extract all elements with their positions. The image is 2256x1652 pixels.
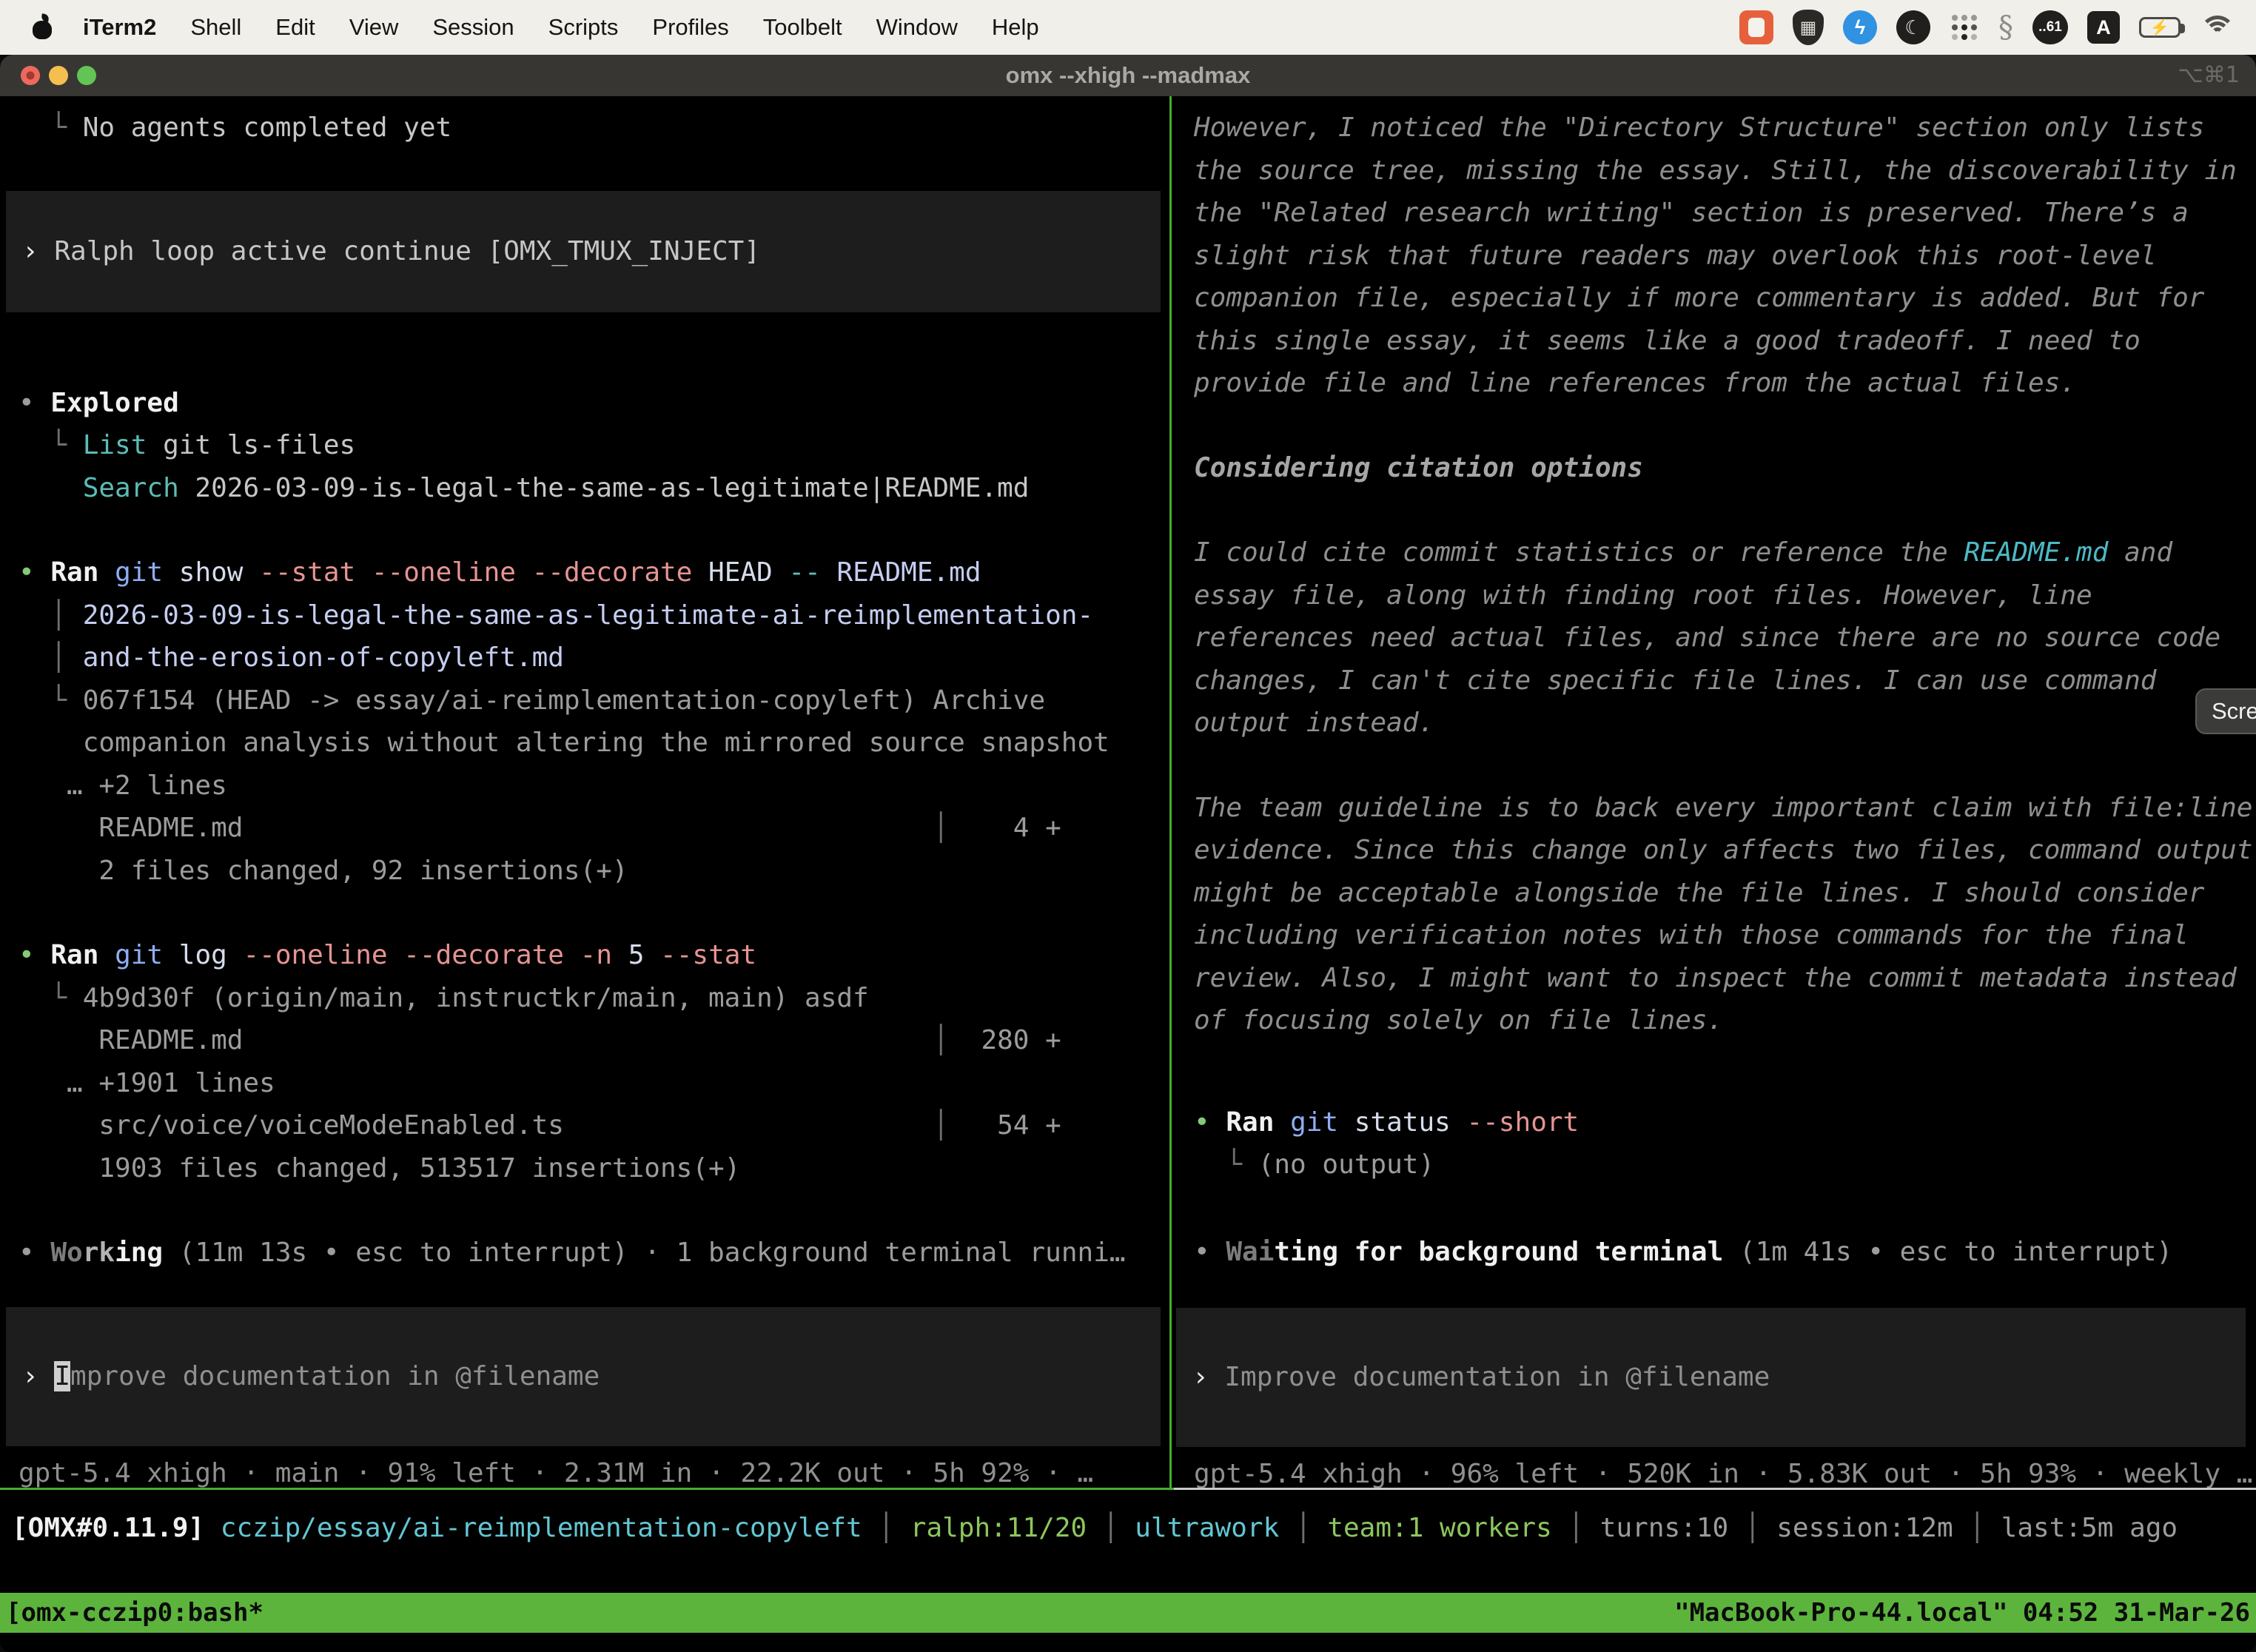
menu-item-iterm2[interactable]: iTerm2: [83, 14, 156, 41]
tmux-session-name: [omx-cczip0:bash*: [6, 1593, 263, 1633]
terminal-line: this single essay, it seems like a good …: [1194, 320, 2252, 363]
status-icons: ▦ ϟ ☾ § ..61 A ⚡: [1739, 10, 2235, 45]
waiting-status: • Waiting for background terminal (1m 41…: [1194, 1231, 2252, 1274]
input-source-icon[interactable]: A: [2087, 11, 2120, 44]
meter-icon[interactable]: ..61: [2032, 10, 2068, 44]
terminal-line: • Ran git status --short: [1194, 1101, 2252, 1144]
terminal-line: essay file, along with finding root file…: [1194, 574, 2252, 617]
terminal-line: the source tree, missing the essay. Stil…: [1194, 150, 2252, 192]
reasoning-paragraph: I could cite commit statistics or refere…: [1194, 531, 2252, 745]
screen-tooltip: Scre: [2195, 688, 2256, 734]
terminal-line: │ and-the-erosion-of-copyleft.md: [19, 637, 1169, 679]
screenshot-indicator-icon[interactable]: [1739, 10, 1773, 44]
terminal-line: • Waiting for background terminal (1m 41…: [1194, 1231, 2252, 1274]
omx-status-line: [OMX#0.11.9] cczip/essay/ai-reimplementa…: [12, 1507, 2178, 1550]
terminal-line: 1903 files changed, 513517 insertions(+): [19, 1147, 1169, 1190]
terminal-line: review. Also, I might want to inspect th…: [1194, 957, 2252, 1000]
menu-bar: iTerm2 Shell Edit View Session Scripts P…: [0, 0, 2256, 55]
terminal-line: └ List git ls-files: [19, 424, 1169, 467]
terminal-line: … +2 lines: [19, 765, 1169, 807]
inject-banner-text: › Ralph loop active continue [OMX_TMUX_I…: [6, 230, 760, 273]
reasoning-heading: Considering citation options: [1194, 447, 2252, 490]
prompt-input[interactable]: › Improve documentation in @filename: [6, 1307, 1161, 1446]
apple-menu-icon[interactable]: [31, 15, 53, 40]
terminal-line: references need actual files, and since …: [1194, 617, 2252, 659]
reasoning-paragraph: However, I noticed the "Directory Struct…: [1194, 107, 2252, 405]
tmux-status-bar: [omx-cczip0:bash* "MacBook-Pro-44.local"…: [0, 1593, 2256, 1633]
terminal-line: • Explored: [19, 382, 1169, 425]
window-shortcut: ⌥⌘1: [2178, 55, 2240, 96]
terminal-line: The team guideline is to back every impo…: [1194, 787, 2252, 830]
menu-item-toolbelt[interactable]: Toolbelt: [763, 14, 842, 41]
menu-item-session[interactable]: Session: [432, 14, 514, 41]
terminal-line: └ 4b9d30f (origin/main, instructkr/main,…: [19, 977, 1169, 1020]
menu-item-help[interactable]: Help: [992, 14, 1039, 41]
prompt-text[interactable]: › Improve documentation in @filename: [6, 1355, 600, 1398]
terminal-line: the "Related research writing" section i…: [1194, 192, 2252, 235]
window-title: omx --xhigh --madmax: [0, 55, 2256, 96]
terminal-line: including verification notes with those …: [1194, 914, 2252, 957]
active-pane-border: [0, 1488, 1174, 1490]
git-show-block: • Ran git show --stat --oneline --decora…: [19, 551, 1169, 892]
model-status-line: gpt-5.4 xhigh · main · 91% left · 2.31M …: [19, 1452, 1169, 1488]
terminal-line: … +1901 lines: [19, 1062, 1169, 1105]
tmux-host-clock: "MacBook-Pro-44.local" 04:52 31-Mar-26: [1674, 1593, 2250, 1633]
terminal-line: changes, I can't cite specific file line…: [1194, 659, 2252, 702]
terminal-line: └ (no output): [1194, 1144, 2252, 1186]
terminal-line: of focusing solely on file lines.: [1194, 999, 2252, 1042]
terminal-line: └ No agents completed yet: [19, 107, 1169, 150]
shield-grid-icon[interactable]: ▦: [1793, 10, 1824, 45]
menu-item-profiles[interactable]: Profiles: [652, 14, 728, 41]
menu-item-view[interactable]: View: [349, 14, 399, 41]
reasoning-paragraph: The team guideline is to back every impo…: [1194, 787, 2252, 1042]
terminal-line: I could cite commit statistics or refere…: [1194, 531, 2252, 574]
title-bar[interactable]: omx --xhigh --madmax ⌥⌘1: [0, 55, 2256, 96]
agents-note: └ No agents completed yet: [19, 107, 1169, 150]
battery-icon[interactable]: ⚡: [2139, 17, 2181, 38]
tmux-panes: └ No agents completed yet › Ralph loop a…: [0, 96, 2256, 1488]
blue-bolt-icon[interactable]: ϟ: [1843, 10, 1877, 44]
git-log-block: • Ran git log --oneline --decorate -n 5 …: [19, 934, 1169, 1189]
terminal-line: might be acceptable alongside the file l…: [1194, 872, 2252, 915]
terminal-line: provide file and line references from th…: [1194, 362, 2252, 405]
terminal-line: companion analysis without altering the …: [19, 722, 1169, 765]
terminal-line: └ 067f154 (HEAD -> essay/ai-reimplementa…: [19, 679, 1169, 722]
terminal-line: Search 2026-03-09-is-legal-the-same-as-l…: [19, 467, 1169, 510]
terminal-line: src/voice/voiceModeEnabled.ts │ 54 +: [19, 1104, 1169, 1147]
crescent-icon[interactable]: ☾: [1896, 10, 1930, 44]
left-pane[interactable]: └ No agents completed yet › Ralph loop a…: [0, 96, 1169, 1488]
terminal-line: However, I noticed the "Directory Struct…: [1194, 107, 2252, 150]
iterm2-window: omx --xhigh --madmax ⌥⌘1 └ No agents com…: [0, 55, 2256, 1652]
terminal-line: slight risk that future readers may over…: [1194, 235, 2252, 278]
model-status-line: gpt-5.4 xhigh · 96% left · 520K in · 5.8…: [1194, 1453, 2252, 1488]
prompt-input[interactable]: › Improve documentation in @filename: [1176, 1308, 2246, 1447]
menu-item-edit[interactable]: Edit: [275, 14, 315, 41]
terminal-line: evidence. Since this change only affects…: [1194, 829, 2252, 872]
wifi-icon[interactable]: [2200, 16, 2235, 39]
terminal-line: • Working (11m 13s • esc to interrupt) ·…: [19, 1232, 1169, 1275]
git-status-block: • Ran git status --short └ (no output): [1194, 1101, 2252, 1186]
terminal-line: • Ran git log --oneline --decorate -n 5 …: [19, 934, 1169, 977]
terminal-line: Considering citation options: [1194, 447, 2252, 490]
terminal-line: README.md │ 280 +: [19, 1019, 1169, 1062]
menu-item-window[interactable]: Window: [876, 14, 958, 41]
right-pane[interactable]: However, I noticed the "Directory Struct…: [1172, 96, 2252, 1488]
terminal-line: • Ran git show --stat --oneline --decora…: [19, 551, 1169, 594]
inactive-pane-border: [1174, 1488, 2256, 1490]
menu-item-scripts[interactable]: Scripts: [548, 14, 619, 41]
terminal-line: │ 2026-03-09-is-legal-the-same-as-legiti…: [19, 594, 1169, 637]
terminal-line: companion file, especially if more comme…: [1194, 277, 2252, 320]
inject-banner: › Ralph loop active continue [OMX_TMUX_I…: [6, 191, 1161, 312]
terminal-line: 2 files changed, 92 insertions(+): [19, 850, 1169, 893]
squiggle-icon[interactable]: §: [1998, 10, 2013, 44]
terminal-line: README.md │ 4 +: [19, 807, 1169, 850]
working-status: • Working (11m 13s • esc to interrupt) ·…: [19, 1232, 1169, 1275]
explored-block: • Explored └ List git ls-files Search 20…: [19, 382, 1169, 510]
terminal-line: output instead.: [1194, 702, 2252, 745]
menu-item-shell[interactable]: Shell: [190, 14, 241, 41]
prompt-text[interactable]: › Improve documentation in @filename: [1176, 1356, 1770, 1399]
dots-grid-icon[interactable]: [1950, 13, 1979, 42]
